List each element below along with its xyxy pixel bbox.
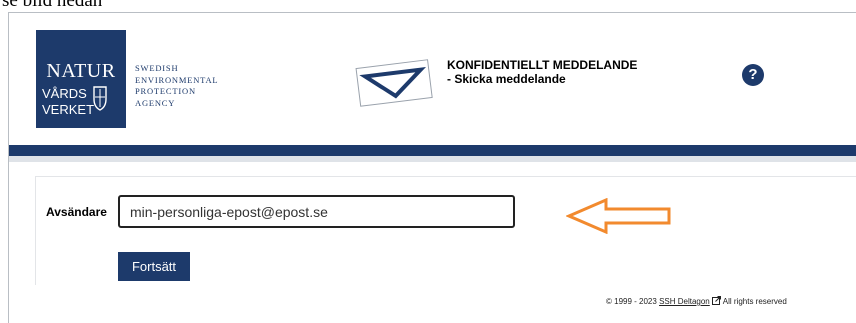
footer: © 1999 - 2023 SSH Deltagon All rights re…: [606, 296, 787, 306]
footer-link-ssh-deltagon[interactable]: SSH Deltagon: [659, 297, 710, 306]
header-divider-shadow: [9, 156, 856, 162]
page-title: KONFIDENTIELLT MEDDELANDE - Skicka medde…: [447, 58, 637, 86]
logo-sub-line: AGENCY: [135, 97, 176, 108]
caption-text: se bild nedan: [2, 0, 103, 11]
logo-line-3: VERKET: [42, 102, 95, 117]
help-icon[interactable]: ?: [742, 64, 764, 86]
logo-subtitle: SWEDISH ENVIRONMENTAL PROTECTION AGENCY: [135, 63, 218, 109]
page-title-line-2: - Skicka meddelande: [447, 72, 566, 86]
crest-icon: [93, 86, 107, 111]
sender-email-input[interactable]: [118, 195, 515, 228]
logo-line-2: VÅRDS: [42, 86, 87, 101]
envelope-icon: [355, 59, 433, 107]
header-divider: [9, 145, 856, 156]
logo-sub-line: ENVIRONMENTAL: [135, 74, 219, 85]
page-title-line-1: KONFIDENTIELLT MEDDELANDE: [447, 58, 638, 72]
footer-copyright: © 1999 - 2023: [606, 297, 657, 306]
orange-arrow-icon: [566, 198, 671, 234]
logo-sub-line: SWEDISH: [135, 63, 179, 73]
continue-button[interactable]: Fortsätt: [118, 252, 190, 281]
logo-line-1: NATUR: [46, 60, 116, 82]
logo-sub-line: PROTECTION: [135, 86, 196, 96]
sender-label: Avsändare: [46, 205, 107, 219]
external-link-icon: [712, 296, 721, 305]
naturvardsverket-logo: NATUR VÅRDS VERKET: [36, 30, 126, 128]
footer-rights: All rights reserved: [722, 297, 787, 306]
